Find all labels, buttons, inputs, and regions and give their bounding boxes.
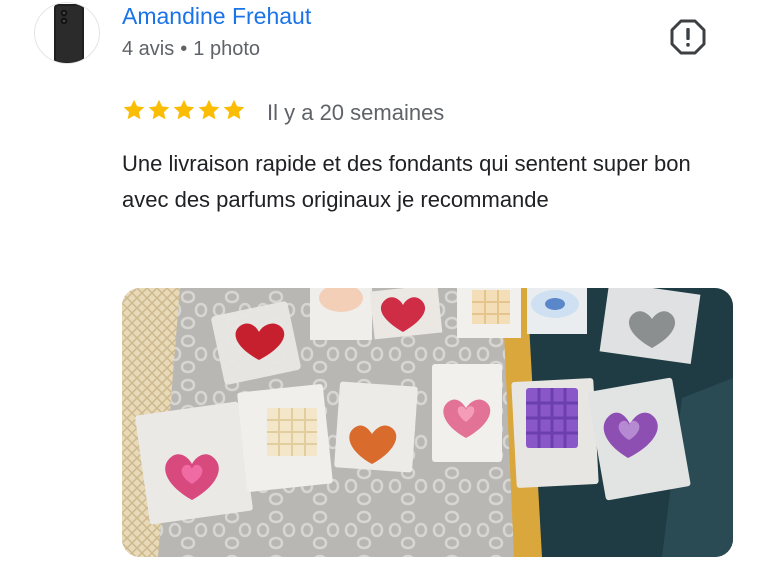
author-name-link[interactable]: Amandine Frehaut [122,3,311,30]
melt-9 [334,381,418,473]
phone-avatar-icon [54,4,84,63]
melt-3 [369,288,443,340]
star-rating [122,98,246,124]
melt-10 [432,364,502,462]
review-text: Une livraison rapide et des fondants qui… [122,151,691,212]
meta-separator: • [180,38,188,60]
review-photo[interactable] [122,288,733,557]
melt-2 [310,288,372,340]
photos-count: 1 photo [193,38,260,60]
melt-5 [527,288,587,334]
star-icon [123,99,145,120]
author-avatar[interactable] [34,2,100,64]
melt-8 [237,384,333,492]
melt-6 [599,288,701,365]
melt-7 [135,401,253,525]
star-icon [198,99,220,120]
melt-4 [457,288,521,338]
star-icon [223,99,245,120]
wax-melts-photo [122,288,733,557]
melt-11 [511,378,599,488]
report-button[interactable] [670,19,706,55]
reviews-count: 4 avis [122,38,175,60]
star-icon [148,99,170,120]
review-date: Il y a 20 semaines [267,100,445,125]
author-meta: 4 avis • 1 photo [122,38,260,61]
star-icon [173,99,195,120]
report-flag-icon [670,19,706,55]
